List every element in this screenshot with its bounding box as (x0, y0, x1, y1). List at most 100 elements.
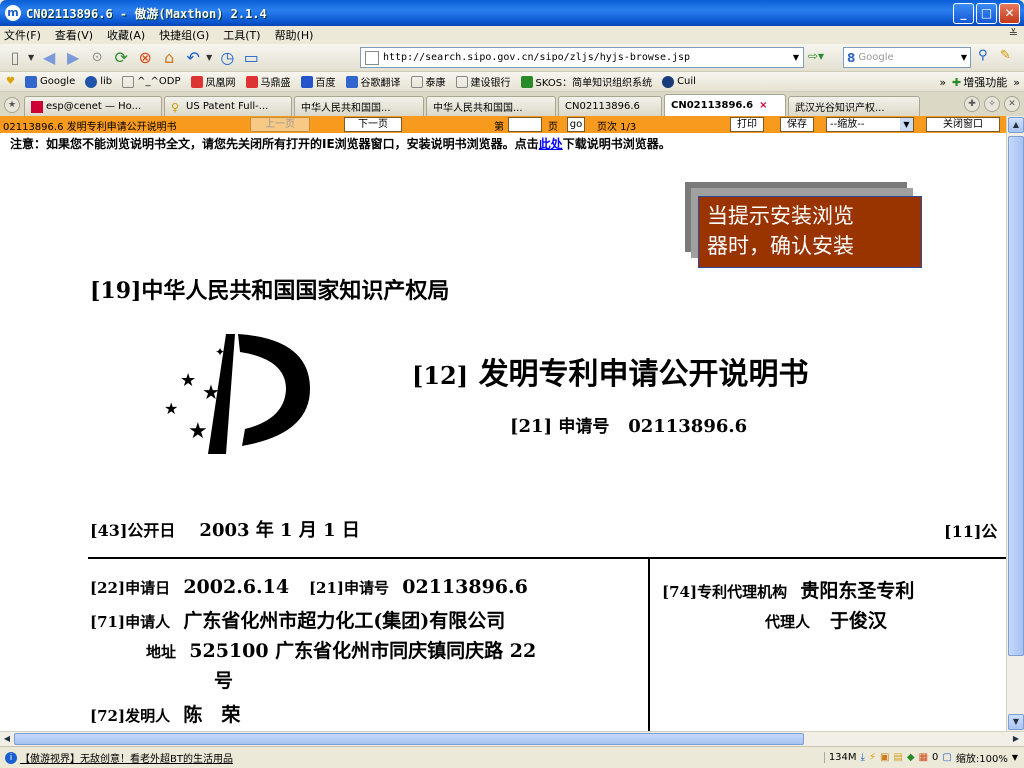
search-engine-icon[interactable]: 8 (847, 51, 855, 65)
maximize-button[interactable]: □ (976, 3, 997, 24)
agent-row: 代理人 于俊汉 (765, 610, 887, 632)
page-number-input[interactable] (508, 117, 542, 132)
chevron-down-icon[interactable]: ▼ (1012, 753, 1018, 762)
cuil-icon (662, 75, 675, 88)
go-page-button[interactable]: go (567, 117, 585, 132)
scroll-up-icon[interactable]: ▲ (1008, 117, 1024, 133)
scrollbar-thumb[interactable] (1008, 136, 1024, 656)
enhance-button[interactable]: ✚ 增强功能 (952, 74, 1007, 90)
menu-view[interactable]: 查看(V) (55, 27, 93, 43)
save-button[interactable]: 保存 (780, 117, 814, 132)
chevron-down-icon[interactable]: ▼ (28, 53, 34, 62)
link-cuil[interactable]: Cuil (662, 75, 696, 88)
prev-page-button[interactable]: 上一页 (250, 117, 310, 132)
menu-groups[interactable]: 快捷组(G) (159, 27, 209, 43)
new-tab-icon[interactable]: ✚ (964, 96, 980, 112)
tab-us-patent[interactable]: ♀ US Patent Full-... (164, 96, 292, 116)
search-input[interactable]: 8 Google ▼ (843, 47, 971, 68)
scroll-down-icon[interactable]: ▼ (1008, 714, 1024, 730)
scroll-right-icon[interactable]: ▶ (1010, 733, 1022, 745)
folder-icon[interactable]: ▤ (893, 752, 902, 763)
window-icon[interactable]: ▣ (880, 752, 889, 763)
stop-icon[interactable]: ⊗ (134, 47, 156, 69)
svg-text:✦: ✦ (215, 345, 225, 359)
menu-file[interactable]: 文件(F) (4, 27, 41, 43)
link-taikang[interactable]: 泰康 (410, 74, 446, 89)
chevron-down-icon[interactable]: ▼ (789, 53, 803, 62)
tab-espacenet[interactable]: esp@cenet — Ho... (24, 96, 162, 116)
diamond-icon[interactable]: ◆ (907, 752, 915, 763)
close-window-button[interactable]: ✕ (999, 3, 1020, 24)
scroll-left-icon[interactable]: ◀ (1, 733, 13, 745)
link-ifeng[interactable]: 凤凰网 (190, 74, 236, 89)
minimize-button[interactable]: _ (953, 3, 974, 24)
forward-icon[interactable]: ▶ (62, 47, 84, 69)
link-madingsheng[interactable]: 马鼎盛 (245, 74, 291, 89)
download-viewer-link[interactable]: 此处 (539, 137, 563, 151)
dropdown-circle-icon[interactable]: ⊙ (86, 47, 108, 69)
back-icon[interactable]: ◀ (38, 47, 60, 69)
ifeng-icon (190, 75, 203, 88)
horizontal-scrollbar[interactable]: ◀ ▶ (0, 731, 1024, 746)
history-icon[interactable]: ◷ (216, 47, 238, 69)
menu-tools[interactable]: 工具(T) (223, 27, 260, 43)
double-chevron-icon[interactable]: » (1013, 76, 1020, 89)
link-odp[interactable]: ^_^ODP (122, 75, 181, 88)
application-number-header: [21] 申请号 02113896.6 (510, 416, 748, 437)
link-skos[interactable]: SKOS：简单知识组织系统 (520, 74, 652, 89)
patent-authority: [19]中华人民共和国国家知识产权局 (90, 278, 450, 304)
tab-cn02113896-active[interactable]: CN02113896.6 × (664, 94, 786, 116)
next-page-button[interactable]: 下一页 (344, 117, 402, 132)
chevron-down-icon[interactable]: ▼ (900, 118, 913, 131)
zoom-select[interactable]: --缩放-- ▼ (826, 117, 914, 132)
search-icon[interactable]: ⚲ (978, 48, 988, 63)
zoom-icon[interactable]: ▢ (942, 752, 951, 763)
menu-favorites[interactable]: 收藏(A) (107, 27, 145, 43)
popup-blocker-icon[interactable]: ▦ (919, 752, 928, 763)
settings-icon[interactable]: ✧ (984, 96, 1000, 112)
publication-date: [43]公开日 2003 年 1 月 1 日 (90, 520, 360, 541)
screen-icon[interactable]: ▭ (240, 47, 262, 69)
star-icon[interactable]: ★ (4, 97, 20, 113)
close-viewer-button[interactable]: 关闭窗口 (926, 117, 1000, 132)
download-icon[interactable]: ⤓ (861, 752, 865, 763)
undo-close-icon[interactable]: ↶ (182, 47, 204, 69)
scrollbar-thumb[interactable] (14, 733, 804, 745)
lightning-icon[interactable]: ⚡ (869, 752, 876, 763)
new-page-icon[interactable]: ▯ (4, 47, 26, 69)
memory-usage[interactable]: 134M (823, 752, 857, 763)
go-icon[interactable]: ⇨▾ (808, 49, 824, 63)
link-ccb[interactable]: 建设银行 (455, 74, 511, 89)
tab-cn02113896-1[interactable]: CN02113896.6 (558, 96, 662, 116)
link-google[interactable]: Google (24, 75, 75, 88)
address-url[interactable]: http://search.sipo.gov.cn/sipo/zljs/hyjs… (383, 52, 789, 63)
tab-sipo-1[interactable]: 中华人民共和国国... (294, 96, 424, 116)
chevron-down-icon[interactable]: ▼ (206, 53, 212, 62)
tab-wuhan-ip[interactable]: 武汉光谷知识产权... (788, 96, 920, 116)
chevron-down-icon[interactable]: ▼ (958, 53, 970, 62)
favorites-heart-icon[interactable]: ♥ (6, 76, 15, 87)
status-news-link[interactable]: 【傲游视界】无敌创意！看老外超BT的生活用品 (20, 750, 233, 765)
vertical-scrollbar[interactable]: ▲ ▼ (1006, 116, 1024, 731)
zoom-level[interactable]: 缩放:100% (956, 750, 1008, 765)
double-chevron-icon[interactable]: ≚ (1009, 27, 1018, 40)
link-google-translate[interactable]: 谷歌翻译 (345, 74, 401, 89)
link-lib[interactable]: lib (85, 75, 112, 88)
plugin-icon: ✚ (952, 75, 962, 89)
filing-row: [22]申请日 2002.6.14 [21]申请号 02113896.6 (90, 576, 528, 598)
home-icon[interactable]: ⌂ (158, 47, 180, 69)
menu-help[interactable]: 帮助(H) (275, 27, 314, 43)
status-right: 134M ⤓ ⚡ ▣ ▤ ◆ ▦ 0 ▢ 缩放:100% ▼ (823, 750, 1018, 765)
link-baidu[interactable]: 百度 (300, 74, 336, 89)
menu-bar: 文件(F) 查看(V) 收藏(A) 快捷组(G) 工具(T) 帮助(H) ≚ (0, 26, 1024, 44)
print-button[interactable]: 打印 (730, 117, 764, 132)
close-all-icon[interactable]: ✕ (1004, 96, 1020, 112)
close-tab-icon[interactable]: × (759, 100, 767, 111)
divider (88, 557, 1006, 559)
pencil-icon[interactable]: ✎ (1000, 48, 1011, 63)
tab-sipo-2[interactable]: 中华人民共和国国... (426, 96, 556, 116)
address-bar[interactable]: http://search.sipo.gov.cn/sipo/zljs/hyjs… (360, 47, 804, 68)
page-icon (365, 50, 379, 65)
refresh-icon[interactable]: ⟳ (110, 47, 132, 69)
more-links-chevron[interactable]: » (939, 76, 946, 89)
